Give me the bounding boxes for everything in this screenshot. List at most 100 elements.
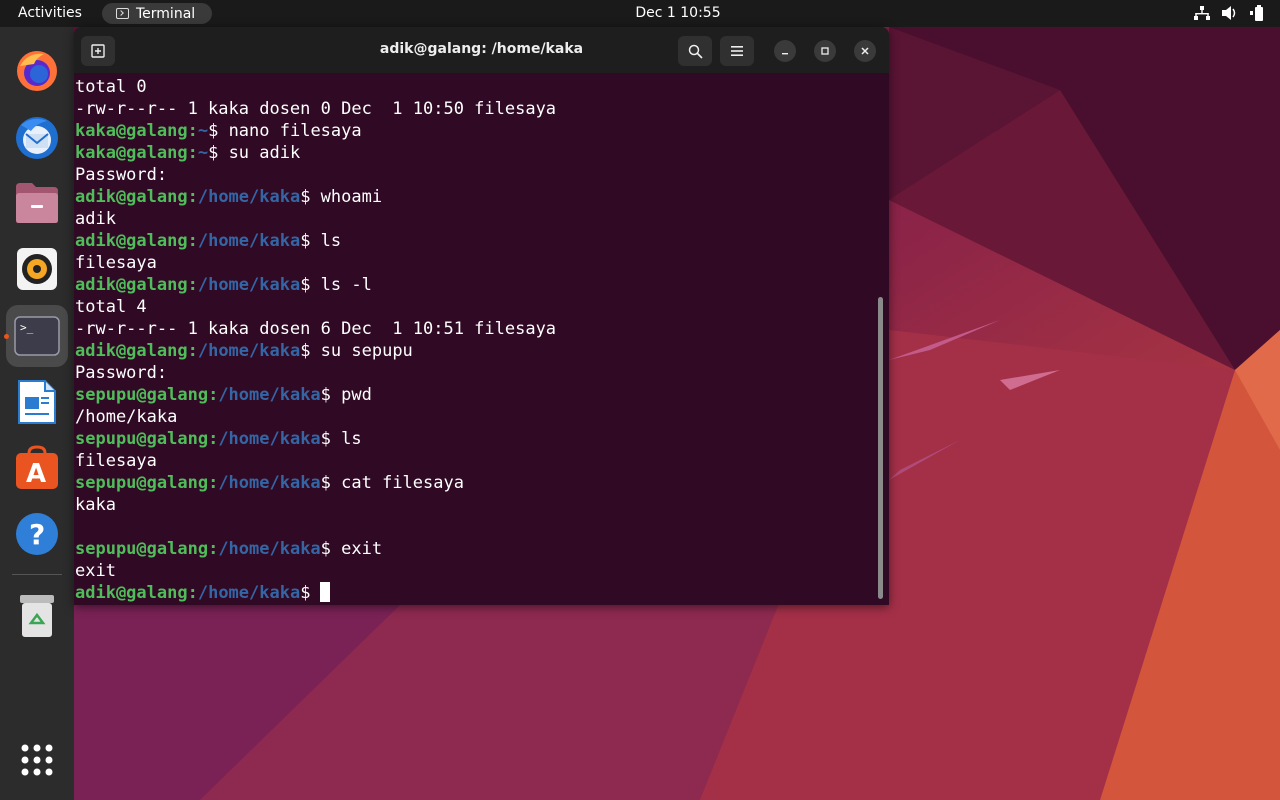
command-text: $ ls [320,429,362,449]
volume-icon [1222,6,1236,20]
output-text: Password: [75,363,168,383]
dock-thunderbird[interactable] [6,106,68,168]
maximize-button[interactable] [814,40,836,62]
prompt-separator: : [187,187,198,207]
search-icon [688,44,703,59]
dock-writer[interactable] [6,371,68,433]
prompt-user: adik@galang [75,583,188,603]
prompt-user: adik@galang [75,187,188,207]
network-icon [1194,6,1210,20]
top-bar: Activities Terminal Dec 1 10:55 [0,0,1280,27]
terminal-line: adik@galang:/home/kaka$ [75,582,875,604]
hamburger-icon [731,46,743,56]
firefox-icon [17,51,57,91]
trash-icon [20,595,54,637]
output-text: exit [75,561,116,581]
output-text: kaka [75,495,116,515]
prompt-path: ~ [197,143,209,163]
output-text: Password: [75,165,168,185]
prompt-user: sepupu@galang [75,473,209,493]
output-text: total 4 [75,297,147,317]
prompt-separator: : [208,473,219,493]
thunderbird-icon [16,117,58,159]
prompt-user: sepupu@galang [75,539,209,559]
prompt-user: kaka@galang [75,143,188,163]
text-cursor [320,582,331,602]
prompt-separator: : [187,143,198,163]
command-text: $ exit [320,539,383,559]
prompt-path: /home/kaka [218,385,321,405]
terminal-line: adik@galang:/home/kaka$ ls [75,230,875,252]
command-text: $ ls -l [300,275,372,295]
terminal-output[interactable]: total 0 -rw-r--r-- 1 kaka dosen 0 Dec 1 1… [75,73,875,605]
show-apps-icon [21,744,53,776]
output-text: filesaya [75,451,157,471]
command-text: $ [300,583,311,603]
terminal-icon: >_ [14,316,60,356]
terminal-line: sepupu@galang:/home/kaka$ exit [75,538,875,560]
close-icon [861,47,869,55]
dock-files[interactable] [6,172,68,234]
terminal-line: adik@galang:/home/kaka$ su sepupu [75,340,875,362]
dock-firefox[interactable] [6,40,68,102]
command-text: $ pwd [320,385,372,405]
svg-text:A: A [26,459,46,489]
close-button[interactable] [854,40,876,62]
dock: >_ A ? [0,27,74,800]
terminal-line: adik [75,208,875,230]
prompt-separator: : [187,275,198,295]
dock-app-center[interactable]: A [6,437,68,499]
menu-button[interactable] [720,36,754,66]
output-text: -rw-r--r-- 1 kaka dosen 0 Dec 1 10:50 fi… [75,99,557,119]
battery-icon [1250,5,1263,21]
dock-help[interactable]: ? [6,503,68,565]
dock-terminal[interactable]: >_ [6,305,68,367]
scrollbar[interactable] [878,297,883,599]
terminal-line: kaka@galang:~$ su adik [75,142,875,164]
terminal-line: kaka [75,494,875,516]
dock-rhythmbox[interactable] [6,238,68,300]
terminal-line: filesaya [75,450,875,472]
maximize-icon [821,47,829,55]
minimize-button[interactable] [774,40,796,62]
output-text: adik [75,209,116,229]
prompt-path: /home/kaka [197,231,301,251]
terminal-line: adik@galang:/home/kaka$ ls -l [75,274,875,296]
window-headerbar[interactable]: adik@galang: /home/kaka [74,27,889,73]
terminal-line: kaka@galang:~$ nano filesaya [75,120,875,142]
prompt-separator: : [187,121,198,141]
terminal-line: adik@galang:/home/kaka$ whoami [75,186,875,208]
search-button[interactable] [678,36,712,66]
terminal-line: total 4 [75,296,875,318]
output-text: total 0 [75,77,147,97]
command-text: $ su sepupu [300,341,413,361]
window-title: adik@galang: /home/kaka [379,41,584,57]
terminal-line: -rw-r--r-- 1 kaka dosen 0 Dec 1 10:50 fi… [75,98,875,120]
prompt-path: ~ [197,121,209,141]
clock[interactable]: Dec 1 10:55 [0,5,1280,21]
svg-text:>_: >_ [20,321,34,334]
command-text: $ cat filesaya [320,473,464,493]
prompt-user: kaka@galang [75,121,188,141]
dock-trash[interactable] [6,585,68,647]
terminal-line: sepupu@galang:/home/kaka$ pwd [75,384,875,406]
terminal-window[interactable]: adik@galang: /home/kaka total 0 -rw-r--r-… [74,27,889,605]
prompt-user: sepupu@galang [75,385,209,405]
output-text: filesaya [75,253,157,273]
terminal-line: -rw-r--r-- 1 kaka dosen 6 Dec 1 10:51 fi… [75,318,875,340]
prompt-user: sepupu@galang [75,429,209,449]
svg-text:?: ? [29,518,45,551]
terminal-line: sepupu@galang:/home/kaka$ ls [75,428,875,450]
terminal-line: Password: [75,164,875,186]
terminal-line: sepupu@galang:/home/kaka$ cat filesaya [75,472,875,494]
dock-show-apps[interactable] [6,729,68,791]
running-indicator [4,334,9,339]
prompt-separator: : [187,231,198,251]
prompt-path: /home/kaka [218,429,321,449]
command-text: $ whoami [300,187,383,207]
prompt-separator: : [208,539,219,559]
prompt-separator: : [187,583,198,603]
system-tray[interactable] [1194,5,1266,21]
prompt-user: adik@galang [75,275,188,295]
prompt-separator: : [187,341,198,361]
